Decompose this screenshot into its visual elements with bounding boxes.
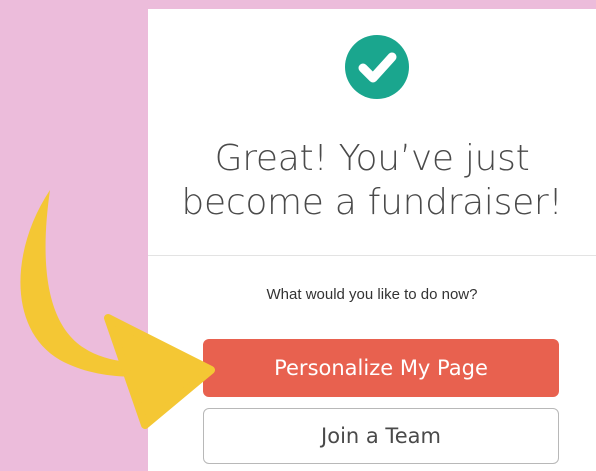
personalize-page-button[interactable]: Personalize My Page — [203, 339, 559, 397]
headline-line-1: Great! You’ve just — [214, 138, 530, 179]
next-step-prompt: What would you like to do now? — [266, 286, 478, 303]
join-team-button[interactable]: Join a Team — [203, 408, 559, 464]
confirmation-panel: Great! You’ve just become a fundraiser! … — [148, 9, 596, 471]
checkmark-circle-icon — [345, 35, 409, 99]
headline-line-2: become a fundraiser! — [181, 182, 563, 223]
page-title: Great! You’ve just become a fundraiser! — [148, 137, 596, 225]
divider — [148, 255, 596, 256]
